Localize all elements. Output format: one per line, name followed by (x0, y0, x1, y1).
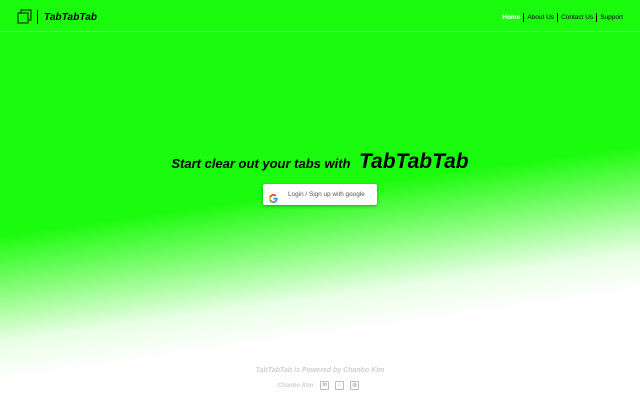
brand-logo-link[interactable]: TabTabTab (17, 9, 97, 25)
nav-contact-us[interactable]: Contact Us (559, 14, 595, 21)
linkedin-icon[interactable]: in (320, 381, 330, 390)
hero-brand-text: TabTabTab (358, 150, 469, 173)
nav-divider (557, 13, 559, 22)
brand-divider (37, 10, 38, 24)
nav-home[interactable]: Home (500, 14, 522, 21)
nav-support[interactable]: Support (598, 14, 625, 21)
footer-powered-by: TabTabTab is Powered by Chanho Kim (255, 367, 385, 374)
hero-headline: Start clear out your tabs with TabTabTab (0, 150, 640, 174)
github-icon[interactable]: ⌂ (335, 381, 345, 390)
instagram-icon[interactable]: ◎ (350, 381, 360, 390)
nav-links: Home About Us Contact Us Support (500, 13, 625, 22)
google-icon (269, 190, 278, 203)
brand-name: TabTabTab (44, 11, 98, 23)
google-login-button[interactable]: Login / Sign up with google (263, 184, 377, 205)
nav-about-us[interactable]: About Us (525, 14, 556, 21)
google-login-label: Login / Sign up with google (288, 191, 365, 198)
footer-social-row: Chanho Kim in ⌂ ◎ (0, 381, 640, 390)
nav-divider (523, 13, 525, 22)
top-navbar: TabTabTab Home About Us Contact Us Suppo… (0, 0, 640, 32)
stacked-tabs-icon (17, 9, 33, 25)
nav-divider (596, 13, 598, 22)
hero-lead-text: Start clear out your tabs with (171, 156, 351, 171)
footer-author: Chanho Kim (277, 382, 314, 389)
